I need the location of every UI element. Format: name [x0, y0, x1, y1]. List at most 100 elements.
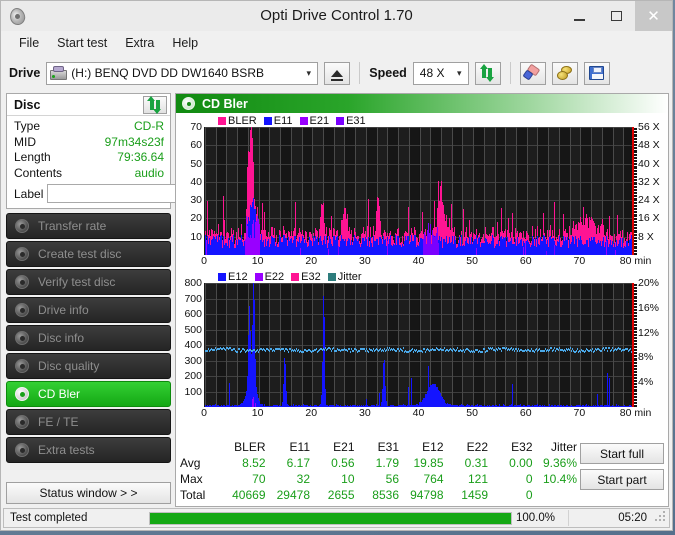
y-tick-label: 200 — [184, 370, 202, 382]
start-full-button[interactable]: Start full — [580, 443, 664, 464]
y2-ruler-tick — [634, 391, 637, 393]
y2-ruler-tick — [634, 133, 637, 135]
drive-label: Drive — [9, 66, 41, 80]
disc-row-type: Type CD-R — [14, 119, 164, 135]
grid-line — [344, 283, 346, 407]
drive-select[interactable]: (H:) BENQ DVD DD DW1640 BSRB ▾ — [46, 61, 319, 85]
x-tick-label: 20 — [305, 407, 318, 419]
legend-label: BLER — [228, 114, 257, 127]
grid-band — [216, 283, 227, 407]
speed-select[interactable]: 48 X ▾ — [412, 61, 469, 85]
disc-refresh-button[interactable] — [143, 95, 167, 114]
stats-cell: 29478 — [276, 488, 310, 502]
y2-ruler-tick — [634, 197, 637, 199]
erase-button[interactable] — [519, 61, 546, 85]
y2-ruler-tick — [634, 286, 637, 288]
y2-ruler-tick — [634, 219, 637, 221]
sidebar-item-create-test-disc[interactable]: Create test disc — [6, 241, 171, 267]
y2-ruler-tick — [634, 232, 637, 234]
y-tick-label: 20 — [190, 212, 202, 225]
menu-item-file[interactable]: File — [10, 34, 48, 52]
y2-ruler-tick — [634, 348, 637, 350]
eject-button[interactable] — [324, 61, 351, 85]
jitter-line-point — [577, 347, 578, 350]
disc-icon — [15, 274, 30, 290]
sidebar-item-extra-tests[interactable]: Extra tests — [6, 437, 171, 463]
close-button[interactable]: ✕ — [635, 1, 672, 31]
y2-tick-label: 8 X — [638, 230, 654, 243]
maximize-button[interactable] — [598, 1, 635, 31]
status-window-button[interactable]: Status window > > — [6, 482, 171, 504]
test-nav-list: Transfer rate Create test disc Verify te… — [6, 213, 171, 463]
jitter-line-point — [347, 350, 348, 353]
legend-label: E12 — [228, 270, 248, 283]
jitter-line-point — [284, 349, 285, 352]
progress-percent: 100.0% — [516, 512, 556, 524]
y2-ruler-tick — [634, 127, 637, 128]
sidebar-item-disc-info[interactable]: Disc info — [6, 325, 171, 351]
jitter-line-point — [592, 347, 593, 350]
chart2-y-axis: 100 200 300 400 500 600 700 800 — [178, 277, 204, 407]
y2-ruler-tick — [634, 248, 637, 250]
grid-line — [537, 283, 539, 407]
jitter-line-point — [565, 349, 566, 352]
resize-grip[interactable] — [655, 511, 669, 525]
jitter-line-point — [474, 351, 475, 354]
chart1-y2-axis: 8 X 16 X 24 X 32 X 40 X 48 X 56 X — [634, 121, 666, 256]
coins-button[interactable] — [551, 61, 578, 85]
sidebar-item-fe-te[interactable]: FE / TE — [6, 409, 171, 435]
save-icon — [589, 66, 605, 80]
menu-bar: File Start test Extra Help — [1, 31, 672, 55]
grid-line — [526, 283, 528, 407]
save-button[interactable] — [583, 61, 610, 85]
stats-col-jitter: Jitter — [550, 440, 577, 454]
y2-ruler-tick — [634, 360, 637, 362]
jitter-line-point — [331, 349, 332, 352]
jitter-line-point — [265, 349, 266, 352]
chart1-plot-wrap: 10 20 30 40 50 60 70 8 X 16 X 24 X 32 X 40 X 48 X 56… — [178, 121, 666, 256]
stats-cell: 1459 — [461, 488, 488, 502]
jitter-line-point — [517, 350, 518, 352]
sidebar-item-drive-info[interactable]: Drive info — [6, 297, 171, 323]
jitter-line-point — [558, 349, 559, 352]
stats-cell: 9.36% — [542, 456, 577, 470]
sidebar-item-disc-quality[interactable]: Disc quality — [6, 353, 171, 379]
y2-ruler-tick — [634, 382, 637, 384]
stats-cell: 121 — [467, 472, 488, 486]
grid-line — [601, 283, 603, 407]
start-part-button[interactable]: Start part — [580, 469, 664, 490]
stats-cell: 32 — [296, 472, 310, 486]
y2-ruler-tick — [634, 335, 637, 337]
app-window: Opti Drive Control 1.70 ✕ File Start tes… — [0, 0, 673, 531]
stats-row-label-max: Max — [180, 472, 203, 486]
grid-band — [452, 283, 463, 407]
sidebar-item-verify-test-disc[interactable]: Verify test disc — [6, 269, 171, 295]
minimize-button[interactable] — [561, 1, 598, 31]
y2-ruler-tick — [634, 242, 637, 244]
grid-line — [505, 283, 507, 407]
jitter-line-point — [269, 349, 270, 352]
stats-cell: 10.4% — [542, 472, 577, 486]
jitter-line-point — [422, 351, 423, 354]
charts-container: BLER E11 E21 E31 10 20 30 40 50 60 70 8 X 16 X 2… — [176, 113, 668, 437]
stats-col-e21: E21 — [333, 440, 355, 454]
y2-ruler-tick — [634, 298, 637, 300]
legend-label: E31 — [346, 114, 366, 127]
data-bar — [607, 372, 608, 407]
grid-band — [290, 283, 302, 407]
menu-item-help[interactable]: Help — [163, 34, 207, 52]
menu-item-start-test[interactable]: Start test — [48, 34, 116, 52]
elapsed-time: 05:20 — [618, 512, 647, 524]
y2-tick-label: 16% — [638, 301, 660, 314]
sidebar-item-cd-bler[interactable]: CD Bler — [6, 381, 171, 407]
grid-band — [537, 283, 548, 407]
chart2-legend: E12 E22 E32 Jitter — [178, 270, 666, 283]
stats-col-e32: E32 — [511, 440, 533, 454]
menu-item-extra[interactable]: Extra — [116, 34, 163, 52]
grid-band — [526, 283, 538, 407]
stats-cell: 8.52 — [242, 456, 266, 470]
sidebar-item-transfer-rate[interactable]: Transfer rate — [6, 213, 171, 239]
legend-item-e12: E12 — [218, 271, 248, 283]
stats-cell — [536, 487, 581, 503]
refresh-button[interactable] — [474, 61, 501, 85]
